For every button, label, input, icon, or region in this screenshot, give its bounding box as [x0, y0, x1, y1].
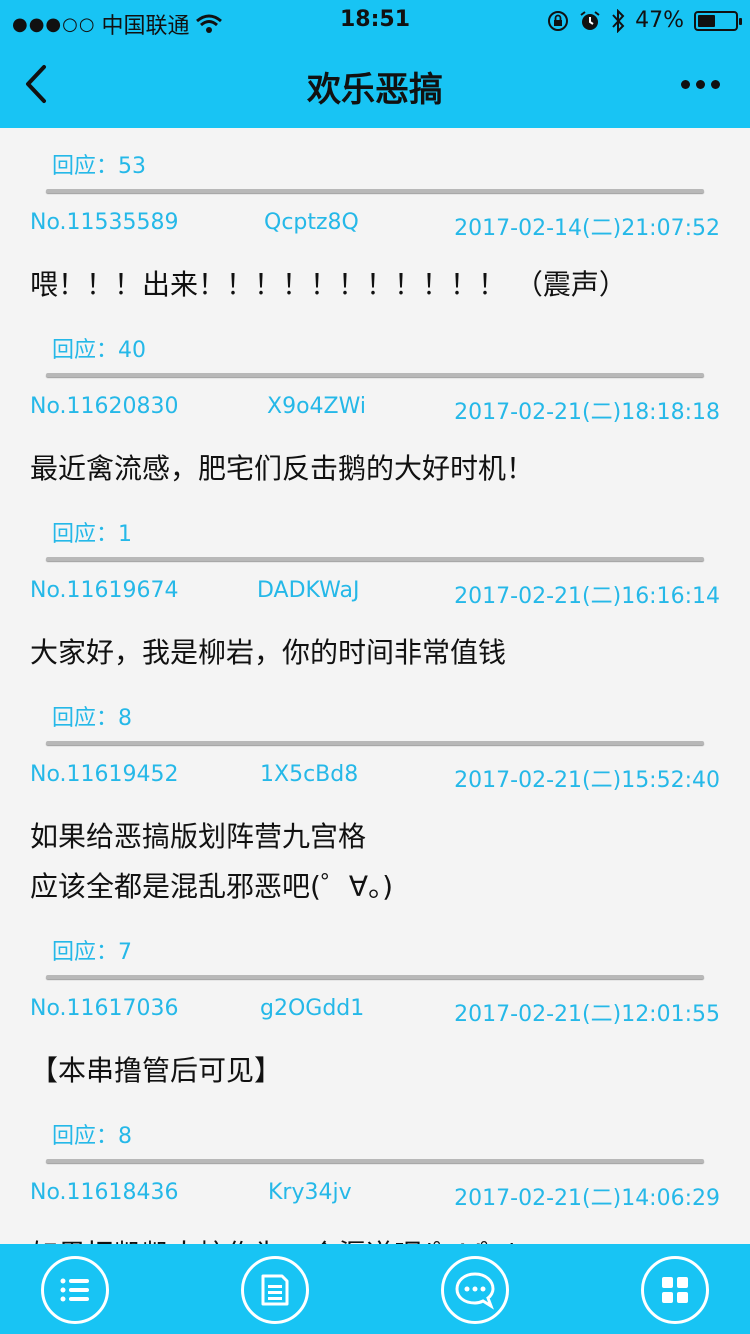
status-bar: ●●●○○ 中国联通 18:51 47% — [0, 0, 750, 40]
reply-count[interactable]: 回应：8 — [52, 1118, 132, 1150]
grid-icon — [662, 1277, 688, 1303]
post-number[interactable]: No.11535589 — [30, 210, 179, 235]
post-date: 2017-02-21(二)18:18:18 — [454, 400, 720, 425]
post-uid: Kry34jv — [268, 1180, 352, 1205]
reply-count[interactable]: 回应：53 — [52, 148, 146, 180]
chat-icon — [455, 1272, 495, 1310]
list-icon — [60, 1278, 89, 1302]
post-text[interactable]: 如果把凯凯大校作为一个渠道呢(゜∀゜) — [30, 1230, 720, 1244]
thread-list[interactable]: 回应：53 No.11535589 Qcptz8Q 2017-02-14(二)2… — [0, 128, 750, 1244]
post-text[interactable]: 最近禽流感，肥宅们反击鹅的大好时机！ — [30, 444, 720, 494]
post-text[interactable]: 喂！！！出来！！！！！！！！！！！ （震声） — [30, 260, 720, 310]
more-dot-icon — [680, 79, 690, 89]
bluetooth-icon — [612, 8, 625, 33]
document-icon — [261, 1274, 289, 1306]
post-number[interactable]: No.11620830 — [30, 394, 179, 419]
battery-icon — [694, 10, 742, 31]
post-text[interactable]: 如果给恶搞版划阵营九宫格 应该全都是混乱邪恶吧(゜∀。) — [30, 812, 720, 912]
tab-documents[interactable] — [241, 1256, 309, 1324]
reply-count[interactable]: 回应：1 — [52, 516, 132, 548]
divider — [46, 741, 704, 745]
battery-percent: 47% — [635, 8, 684, 33]
reply-count[interactable]: 回应：8 — [52, 700, 132, 732]
post-number[interactable]: No.11617036 — [30, 996, 179, 1021]
post-date: 2017-02-21(二)16:16:14 — [454, 584, 720, 609]
post-number[interactable]: No.11619674 — [30, 578, 179, 603]
battery-fill — [698, 14, 715, 27]
post-text[interactable]: 【本串撸管后可见】 — [30, 1046, 720, 1096]
rotation-lock-icon — [548, 10, 569, 31]
divider — [46, 975, 704, 979]
post-date: 2017-02-21(二)15:52:40 — [454, 768, 720, 793]
divider — [46, 1159, 704, 1163]
more-dot-icon — [710, 79, 720, 89]
divider — [46, 557, 704, 561]
post-uid: DADKWaJ — [257, 578, 360, 603]
nav-header: 欢乐恶搞 — [0, 40, 750, 128]
status-right: 47% — [547, 8, 742, 33]
tab-list[interactable] — [41, 1256, 109, 1324]
post-number[interactable]: No.11618436 — [30, 1180, 179, 1205]
reply-count[interactable]: 回应：7 — [52, 934, 132, 966]
more-button[interactable] — [672, 66, 728, 102]
post-date: 2017-02-21(二)12:01:55 — [454, 1002, 720, 1027]
post-number[interactable]: No.11619452 — [30, 762, 179, 787]
post-uid: 1X5cBd8 — [260, 762, 359, 787]
post-uid: Qcptz8Q — [264, 210, 359, 235]
divider — [46, 189, 704, 193]
post-date: 2017-02-14(二)21:07:52 — [454, 216, 720, 241]
reply-count[interactable]: 回应：40 — [52, 332, 146, 364]
more-dot-icon — [695, 79, 705, 89]
post-uid: g2OGdd1 — [260, 996, 365, 1021]
alarm-icon — [580, 10, 600, 30]
post-date: 2017-02-21(二)14:06:29 — [454, 1186, 720, 1211]
divider — [46, 373, 704, 377]
bottom-tab-bar — [0, 1244, 750, 1334]
tab-more-apps[interactable] — [641, 1256, 709, 1324]
tab-messages[interactable] — [441, 1256, 509, 1324]
page-title: 欢乐恶搞 — [307, 70, 443, 110]
post-uid: X9o4ZWi — [267, 394, 366, 419]
post-text[interactable]: 大家好，我是柳岩，你的时间非常值钱 — [30, 628, 720, 678]
